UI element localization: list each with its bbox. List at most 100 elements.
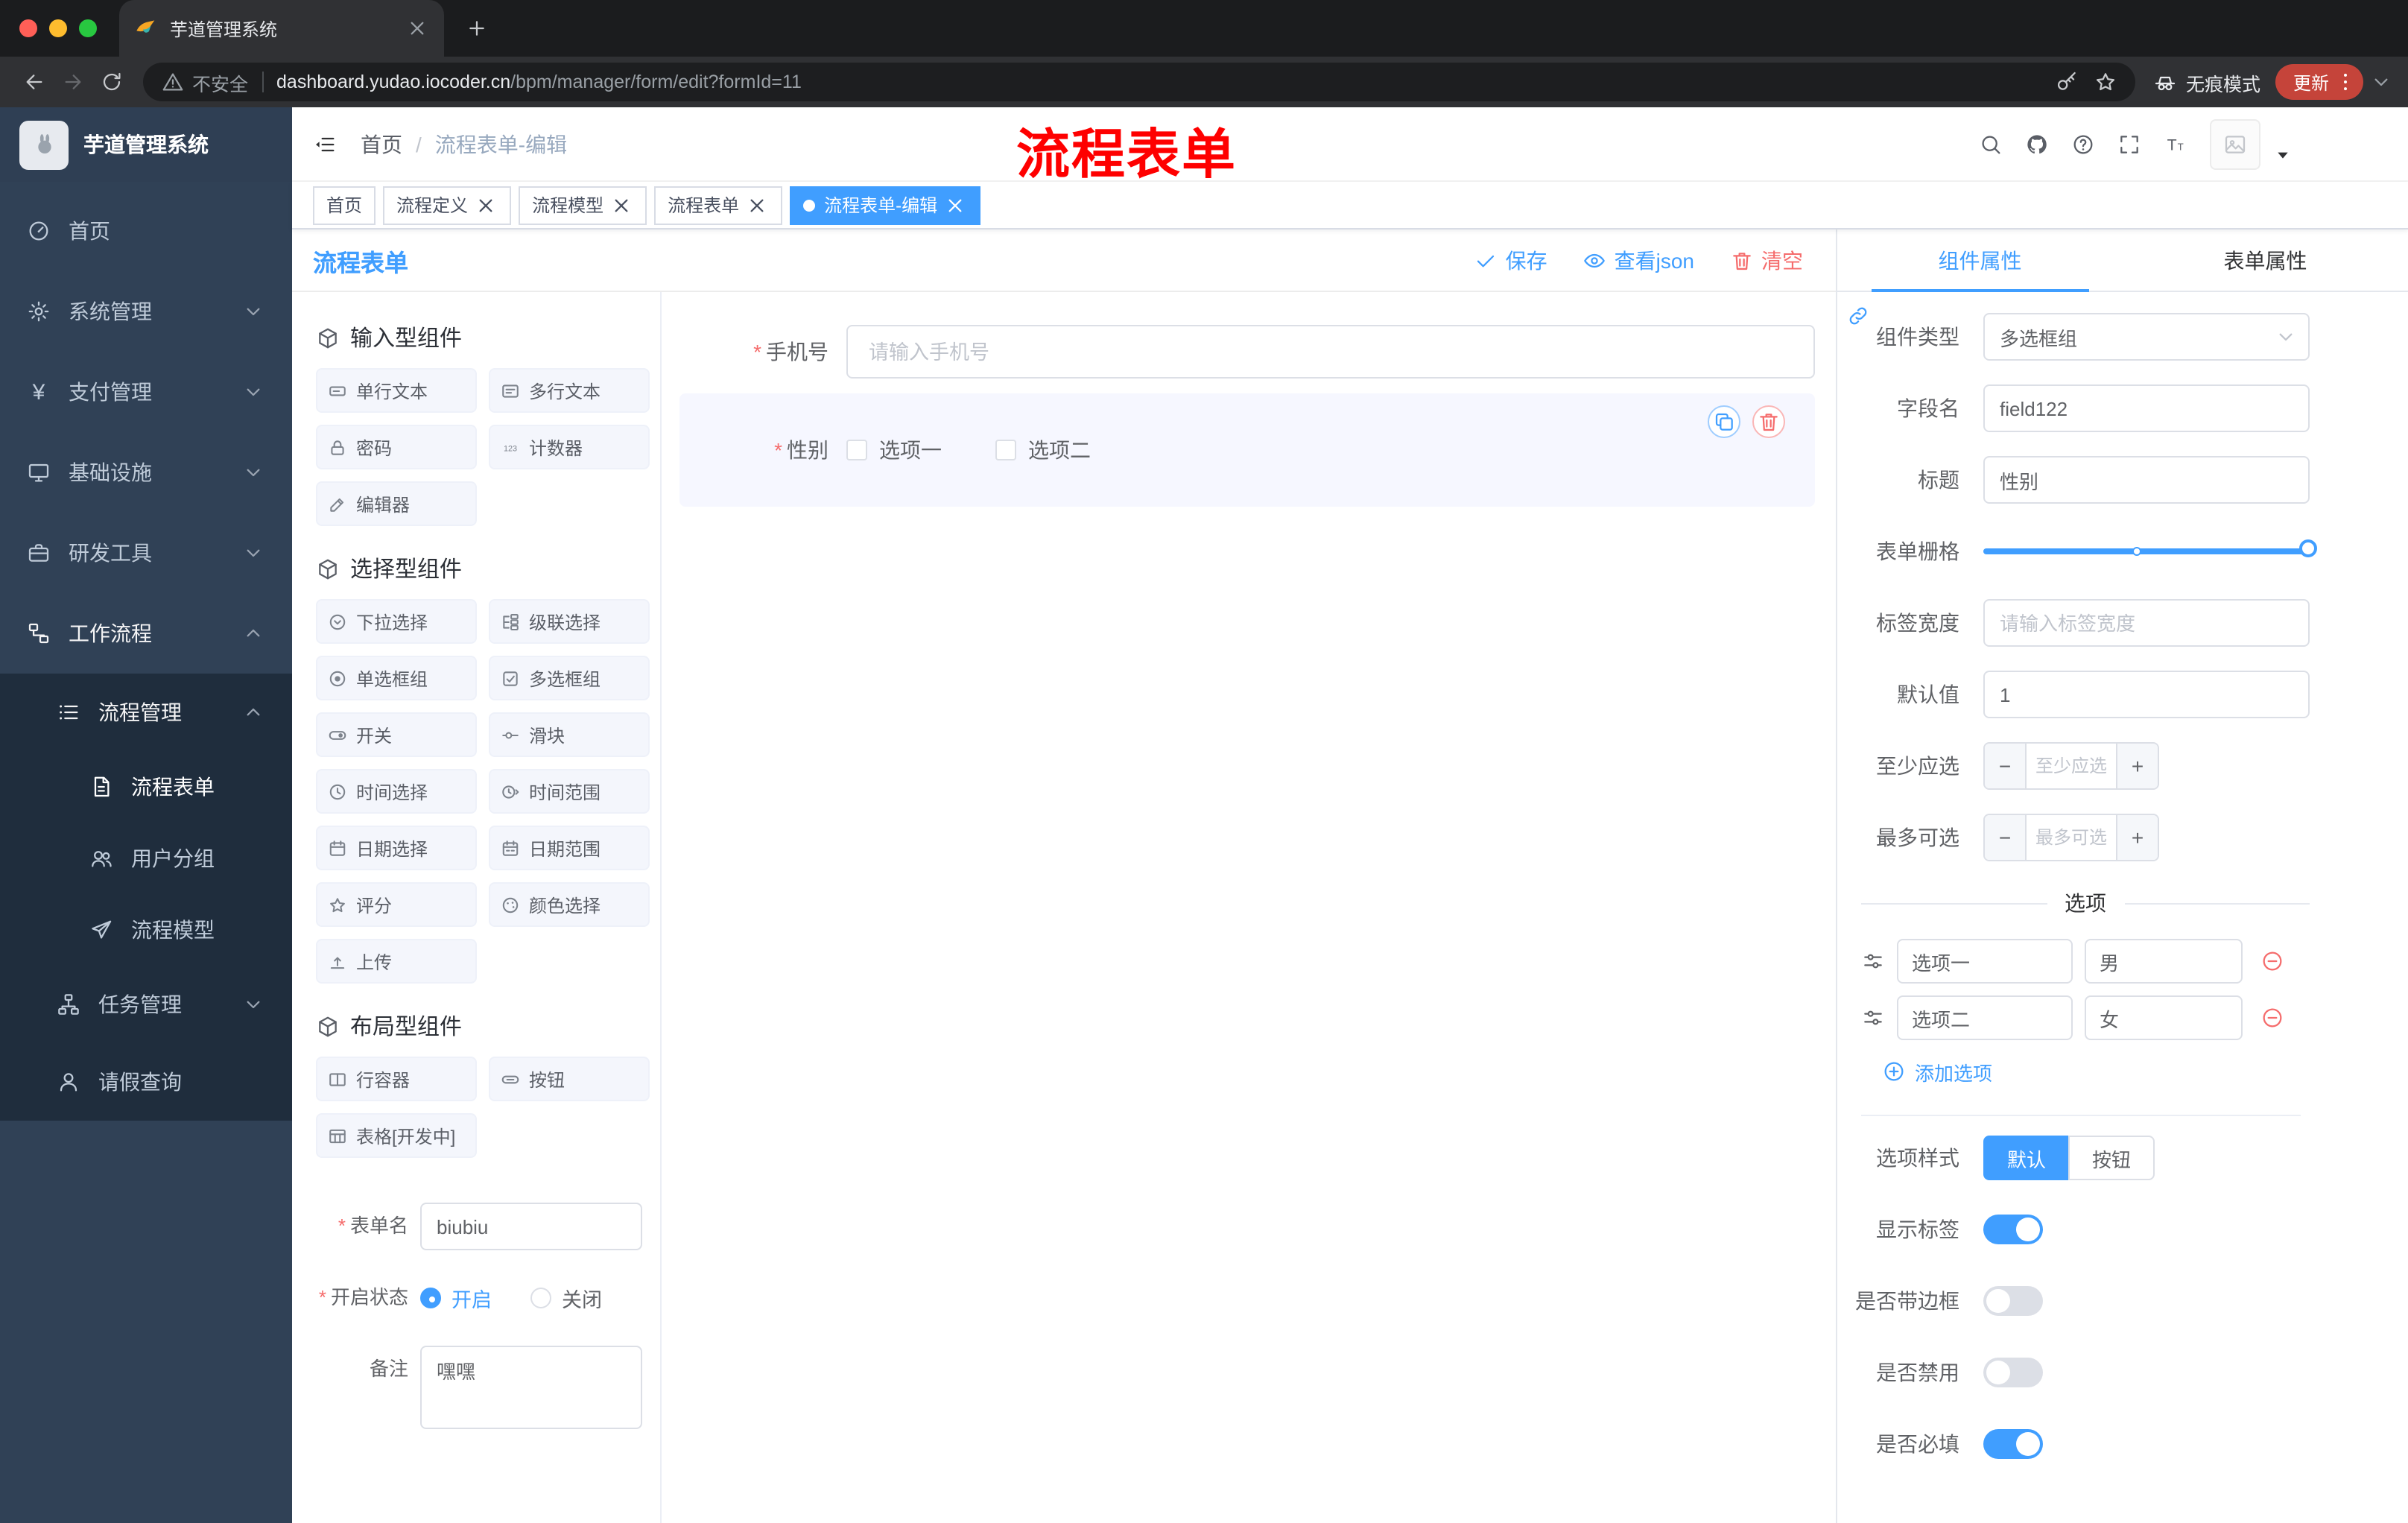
search-icon[interactable] [1979,132,2003,156]
minimize-window-button[interactable] [49,19,67,37]
default-value-input[interactable] [1983,671,2310,718]
save-button[interactable]: 保存 [1474,245,1547,275]
option-value-input[interactable] [2085,939,2243,984]
sidebar-item-leave-query[interactable]: 请假查询 [0,1043,292,1121]
close-tag-icon[interactable] [474,193,498,217]
phone-input[interactable] [846,325,1815,379]
forward-button[interactable] [54,63,92,101]
sidebar-item-user-group[interactable]: 用户分组 [0,823,292,894]
sidebar-item-payment-management[interactable]: ¥ 支付管理 [0,352,292,432]
sidebar-item-system-management[interactable]: 系统管理 [0,271,292,352]
sidebar-item-process-management[interactable]: 流程管理 [0,674,292,751]
sidebar-item-dev-tools[interactable]: 研发工具 [0,513,292,593]
gender-option-2[interactable]: 选项二 [995,435,1091,465]
decrease-button[interactable]: − [1985,744,2027,788]
palette-item-date-picker[interactable]: 日期选择 [316,826,477,870]
help-icon[interactable] [2071,132,2095,156]
palette-item-select[interactable]: 下拉选择 [316,599,477,644]
palette-item-time-range[interactable]: 时间范围 [489,769,650,814]
palette-item-color-picker[interactable]: 颜色选择 [489,882,650,927]
sidebar-item-process-model[interactable]: 流程模型 [0,894,292,966]
palette-item-editor[interactable]: 编辑器 [316,481,477,526]
sidebar-item-home[interactable]: 首页 [0,191,292,271]
canvas-field-gender-selected[interactable]: 性别 选项一 选项二 [679,393,1815,507]
close-tag-icon[interactable] [943,193,967,217]
palette-item-rate[interactable]: 评分 [316,882,477,927]
title-input[interactable] [1983,456,2310,504]
slider-handle[interactable] [2299,539,2317,557]
option-label-input[interactable] [1897,995,2073,1040]
view-json-button[interactable]: 查看json [1583,245,1694,275]
checkbox-icon[interactable] [995,440,1016,460]
tag-process-form[interactable]: 流程表单 [654,186,783,224]
update-button[interactable]: 更新 [2275,64,2363,100]
style-button-button[interactable]: 按钮 [2068,1136,2155,1180]
status-radio-off[interactable]: 关闭 [530,1283,602,1313]
palette-item-slider[interactable]: 滑块 [489,712,650,757]
tab-form-props[interactable]: 表单属性 [2123,229,2408,291]
zoom-window-button[interactable] [79,19,97,37]
tab-component-props[interactable]: 组件属性 [1837,229,2123,292]
close-tab-icon[interactable] [405,16,429,40]
required-switch[interactable] [1983,1429,2043,1459]
grid-slider[interactable] [1983,539,2317,557]
tag-process-model[interactable]: 流程模型 [519,186,647,224]
palette-item-switch[interactable]: 开关 [316,712,477,757]
clear-button[interactable]: 清空 [1730,245,1803,275]
palette-item-counter[interactable]: 计数器 [489,425,650,469]
delete-field-button[interactable] [1752,405,1785,438]
github-icon[interactable] [2025,132,2049,156]
user-avatar[interactable] [2210,118,2260,169]
disabled-switch[interactable] [1983,1358,2043,1387]
palette-item-cascader[interactable]: 级联选择 [489,599,650,644]
palette-item-row-container[interactable]: 行容器 [316,1057,477,1101]
checkbox-icon[interactable] [846,440,867,460]
palette-item-button[interactable]: 按钮 [489,1057,650,1101]
remove-option-icon[interactable] [2260,949,2284,973]
field-name-input[interactable] [1983,384,2310,432]
drag-handle-icon[interactable] [1861,949,1885,973]
component-type-select[interactable]: 多选框组 [1983,313,2310,361]
close-window-button[interactable] [19,19,37,37]
increase-button[interactable]: + [2116,744,2158,788]
sidebar-item-workflow[interactable]: 工作流程 [0,593,292,674]
remark-textarea[interactable] [420,1346,642,1429]
option-value-input[interactable] [2085,995,2243,1040]
security-chip[interactable]: 不安全 [161,68,248,96]
palette-item-checkbox-group[interactable]: 多选框组 [489,656,650,700]
sidebar-item-infrastructure[interactable]: 基础设施 [0,432,292,513]
palette-item-multi-line-text[interactable]: 多行文本 [489,368,650,413]
gender-option-1[interactable]: 选项一 [846,435,942,465]
remove-option-icon[interactable] [2260,1006,2284,1030]
font-size-icon[interactable] [2164,132,2187,156]
tag-home[interactable]: 首页 [313,186,376,224]
bookmark-star-icon[interactable] [2094,70,2117,94]
min-select-input[interactable] [2027,744,2116,788]
status-radio-on[interactable]: 开启 [420,1283,492,1313]
decrease-button[interactable]: − [1985,815,2027,860]
toolbar-chevron-down-icon[interactable] [2369,70,2393,94]
palette-item-date-range[interactable]: 日期范围 [489,826,650,870]
close-tag-icon[interactable] [609,193,633,217]
avatar-caret-down-icon[interactable] [2271,142,2295,166]
canvas-field-phone[interactable]: 手机号 [679,325,1815,379]
palette-item-upload[interactable]: 上传 [316,939,477,984]
border-switch[interactable] [1983,1286,2043,1316]
browser-tab[interactable]: 芋道管理系统 [119,0,444,57]
label-width-input[interactable] [1983,599,2310,647]
breadcrumb-home[interactable]: 首页 [361,129,402,159]
option-label-input[interactable] [1897,939,2073,984]
form-canvas[interactable]: 手机号 性别 选项一 选项二 [662,292,1836,1523]
new-tab-button[interactable] [459,10,495,46]
increase-button[interactable]: + [2116,815,2158,860]
key-icon[interactable] [2055,70,2079,94]
more-vertical-icon[interactable] [2333,70,2357,94]
show-label-switch[interactable] [1983,1215,2043,1244]
tag-process-form-edit[interactable]: 流程表单-编辑 [790,186,981,224]
max-select-input[interactable] [2027,815,2116,860]
add-option-button[interactable]: 添加选项 [1843,1046,2310,1097]
close-tag-icon[interactable] [745,193,769,217]
duplicate-field-button[interactable] [1708,405,1740,438]
palette-item-password[interactable]: 密码 [316,425,477,469]
back-button[interactable] [15,63,54,101]
